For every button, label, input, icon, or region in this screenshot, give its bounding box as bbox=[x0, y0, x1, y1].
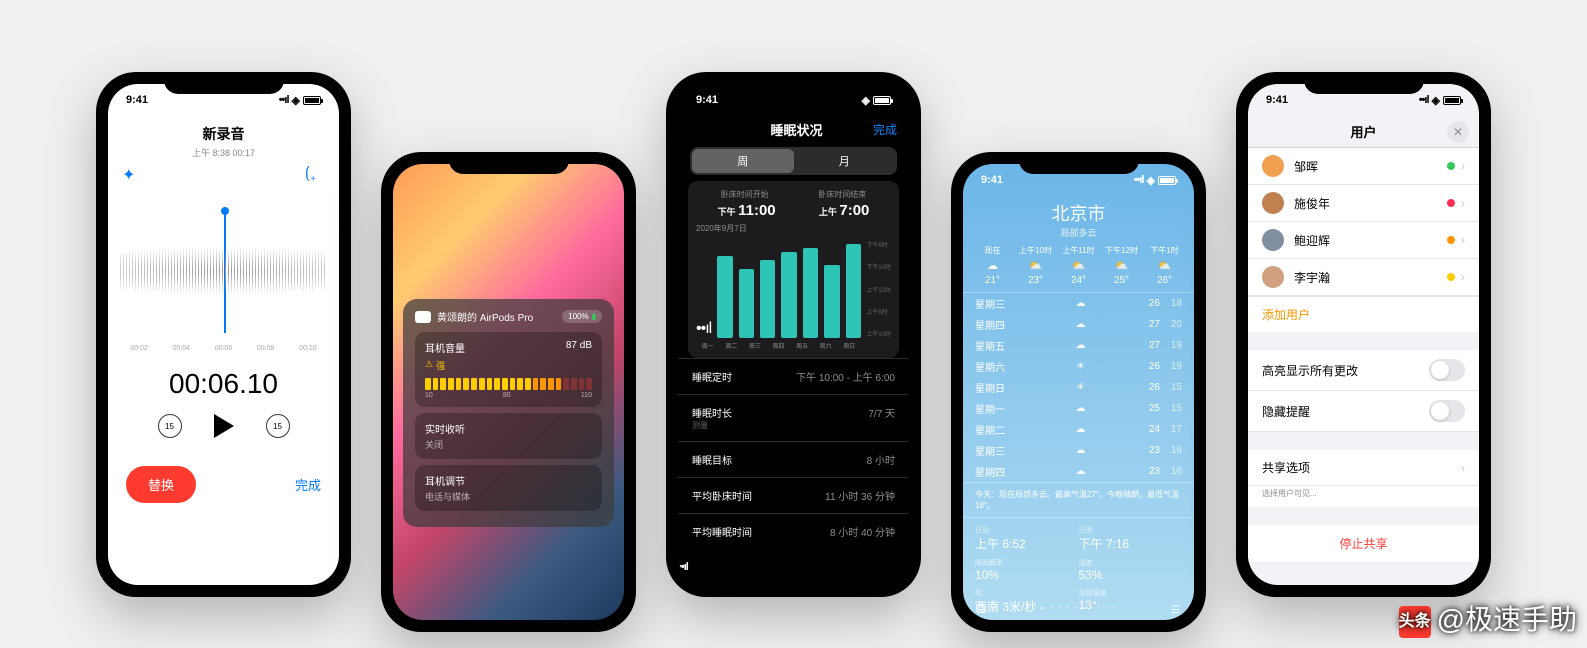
timeline-ticks: 00:0200:0400:0600:0800:10 bbox=[108, 345, 339, 360]
phone-airpods: 黄颂朗的 AirPods Pro 100%▮ 耳机音量87 dB ⚠强 1080… bbox=[381, 152, 636, 632]
hide-row[interactable]: 隐藏提醒 bbox=[1248, 391, 1479, 432]
skip-forward-button[interactable]: 15 bbox=[266, 414, 290, 438]
waveform[interactable] bbox=[108, 201, 339, 341]
battery-pill: 100%▮ bbox=[562, 310, 602, 323]
phone-users: 9:41 用户 ✕ 邹晖›施俊年›鲍迎辉›李宇瀚›添加用户 高亮显示所有更改 隐… bbox=[1236, 72, 1491, 597]
phone-weather: 9:41 北京市 局部多云 现在☁21°上午10时⛅23°上午11时⛅24°下午… bbox=[951, 152, 1206, 632]
forecast-row: 星期四☁2720 bbox=[963, 314, 1194, 335]
skip-back-button[interactable]: 15 bbox=[158, 414, 182, 438]
warning-label: 强 bbox=[436, 359, 445, 372]
sleep-chart: 下午6时下午10时上午12时上午6时上午10时 周一周二周三周四周五周六周日 bbox=[696, 240, 891, 350]
forecast-row: 星期日☀2615 bbox=[963, 377, 1194, 398]
hourly-col: 现在☁21° bbox=[971, 245, 1014, 286]
recording-title: 新录音 bbox=[108, 124, 339, 144]
share-hint: 选择用户可见... bbox=[1248, 486, 1479, 507]
add-user-button[interactable]: 添加用户 bbox=[1248, 296, 1479, 332]
highlight-toggle[interactable] bbox=[1429, 359, 1465, 381]
list-icon[interactable]: ☰ bbox=[1171, 605, 1180, 616]
page-dots[interactable]: ➤ • • • • • • • • • bbox=[1040, 605, 1117, 616]
replace-button[interactable]: 替换 bbox=[126, 466, 196, 503]
airpods-icon bbox=[415, 311, 431, 323]
live-listen-section[interactable]: 实时收听 关闭 bbox=[415, 413, 602, 459]
share-options-row[interactable]: 共享选项› bbox=[1248, 450, 1479, 486]
detail-cell: 日落下午 7:16 bbox=[1079, 522, 1183, 555]
forecast-row: 星期六☀2619 bbox=[963, 356, 1194, 377]
detail-cell: 降雨概率10% bbox=[975, 555, 1079, 585]
volume-section: 耳机音量87 dB ⚠强 1080110 bbox=[415, 332, 602, 407]
watermark-logo: 头条 bbox=[1399, 606, 1431, 638]
status-time: 9:41 bbox=[126, 94, 148, 106]
enhance-icon[interactable]: ✦ bbox=[122, 165, 142, 185]
condition: 局部多云 bbox=[963, 226, 1194, 239]
headphone-adjust-section[interactable]: 耳机调节 电话与媒体 bbox=[415, 465, 602, 511]
forecast-row: 星期二☁2417 bbox=[963, 419, 1194, 440]
weather-summary: 今天：现在局部多云。最高气温27°。今晚晴朗，最低气温18°。 bbox=[963, 482, 1194, 518]
watermark: 头条@极速手助 bbox=[1399, 598, 1577, 638]
user-row[interactable]: 施俊年› bbox=[1248, 185, 1479, 222]
city-name: 北京市 bbox=[963, 200, 1194, 226]
listen-label: 实时收听 bbox=[425, 421, 592, 436]
warning-icon: ⚠ bbox=[425, 359, 433, 372]
forecast-row: 星期四☁2316 bbox=[963, 461, 1194, 482]
adjust-value: 电话与媒体 bbox=[425, 490, 592, 503]
detail-cell: 日出上午 6:52 bbox=[975, 522, 1079, 555]
hide-toggle[interactable] bbox=[1429, 400, 1465, 422]
listen-value: 关闭 bbox=[425, 438, 592, 451]
volume-label: 耳机音量 bbox=[425, 340, 465, 355]
hourly-col: 上午10时⛅23° bbox=[1014, 245, 1057, 286]
detail-cell: 湿度53% bbox=[1079, 555, 1183, 585]
forecast-row: 星期五☁2719 bbox=[963, 335, 1194, 356]
forecast-row: 星期一☁2515 bbox=[963, 398, 1194, 419]
db-value: 87 dB bbox=[566, 340, 592, 355]
hourly-col: 上午11时⛅24° bbox=[1057, 245, 1100, 286]
recording-subtitle: 上午 8:38 00:17 bbox=[108, 146, 339, 159]
phone-sleep: 9:41 睡眠状况完成 周 月 卧床时间开始卧床时间结束 下午 11:00 上午… bbox=[666, 72, 921, 597]
highlight-row[interactable]: 高亮显示所有更改 bbox=[1248, 350, 1479, 391]
volume-meter bbox=[425, 378, 592, 390]
stop-sharing-button[interactable]: 停止共享 bbox=[1248, 525, 1479, 562]
play-button[interactable] bbox=[214, 414, 234, 438]
hourly-col: 下午1时⛅26° bbox=[1143, 245, 1186, 286]
forecast-row: 星期三☁2618 bbox=[963, 293, 1194, 314]
user-row[interactable]: 李宇瀚› bbox=[1248, 259, 1479, 296]
done-button[interactable]: 完成 bbox=[295, 475, 321, 494]
daily-forecast[interactable]: 星期三☁2618星期四☁2720星期五☁2719星期六☀2619星期日☀2615… bbox=[963, 293, 1194, 482]
hearing-panel: 黄颂朗的 AirPods Pro 100%▮ 耳机音量87 dB ⚠强 1080… bbox=[403, 299, 614, 527]
phone-voice-memos: 9:41 新录音 上午 8:38 00:17 ✦ ⟮₊ 00:0200:0400… bbox=[96, 72, 351, 597]
device-name: 黄颂朗的 AirPods Pro bbox=[437, 309, 533, 324]
playback-timer: 00:06.10 bbox=[108, 368, 339, 400]
user-row[interactable]: 鲍迎辉› bbox=[1248, 222, 1479, 259]
close-button[interactable]: ✕ bbox=[1447, 121, 1469, 143]
weather-channel-icon[interactable]: ☰ bbox=[977, 605, 986, 616]
adjust-label: 耳机调节 bbox=[425, 473, 592, 488]
hourly-forecast[interactable]: 现在☁21°上午10时⛅23°上午11时⛅24°下午12时⛅25°下午1时⛅26… bbox=[963, 239, 1194, 293]
hourly-col: 下午12时⛅25° bbox=[1100, 245, 1143, 286]
users-title: 用户 bbox=[1350, 122, 1376, 141]
forecast-row: 星期三☁2316 bbox=[963, 440, 1194, 461]
user-row[interactable]: 邹晖› bbox=[1248, 148, 1479, 185]
crop-icon[interactable]: ⟮₊ bbox=[305, 165, 325, 185]
